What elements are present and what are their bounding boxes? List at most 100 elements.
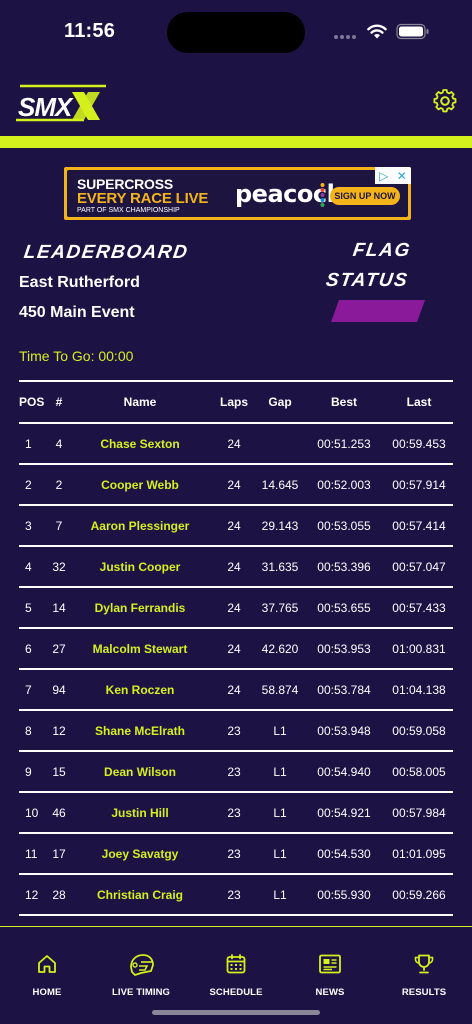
cell-pos: 4 [25, 559, 32, 574]
cell-best-lap: 00:54.940 [317, 764, 371, 779]
cell-laps: 24 [227, 559, 241, 574]
rider-link[interactable]: Ken Roczen [106, 683, 175, 697]
table-row[interactable]: 1 4 Chase Sexton 24 00:51.253 00:59.453 [19, 424, 453, 465]
ad-line-2: EVERY RACE LIVE [77, 190, 209, 207]
cell-laps: 23 [227, 723, 241, 738]
rider-link[interactable]: Joey Savatgy [102, 847, 179, 861]
cell-last-lap: 00:57.047 [392, 559, 446, 574]
rider-name: Justin Cooper [69, 547, 211, 586]
cell-gap: 37.765 [261, 600, 299, 615]
dynamic-island [167, 12, 305, 53]
tab-news[interactable]: NEWS [283, 927, 377, 1007]
cell-best-lap: 00:53.953 [317, 641, 371, 656]
rider-name: Christian Craig [69, 875, 211, 914]
table-row[interactable]: 11 17 Joey Savatgy 23 L1 00:54.530 01:01.095 [19, 834, 453, 875]
ad-info-icon[interactable]: ▷ [379, 170, 388, 182]
header-last: Last [406, 395, 432, 409]
status-title: STATUS [324, 270, 410, 291]
table-row[interactable]: 9 15 Dean Wilson 23 L1 00:54.940 00:58.005 [19, 752, 453, 793]
rider-link[interactable]: Dylan Ferrandis [95, 601, 186, 615]
table-row[interactable]: 7 94 Ken Roczen 24 58.874 00:53.784 01:04.138 [19, 670, 453, 711]
cell-laps: 23 [227, 887, 241, 902]
calendar-icon [226, 954, 246, 974]
rider-link[interactable]: Justin Cooper [100, 560, 181, 574]
ad-line-3: PART OF SMX CHAMPIONSHIP [77, 207, 180, 214]
rider-link[interactable]: Chase Sexton [100, 437, 179, 451]
cell-gap: L1 [273, 723, 287, 738]
rider-name: Chase Sexton [69, 424, 211, 463]
table-row[interactable]: 8 12 Shane McElrath 23 L1 00:53.948 00:59.058 [19, 711, 453, 752]
cell-best-lap: 00:53.784 [317, 682, 371, 697]
rider-link[interactable]: Christian Craig [97, 888, 183, 902]
cell-number: 32 [52, 559, 66, 574]
cell-number: 17 [52, 846, 66, 861]
rider-name: Malcolm Stewart [69, 629, 211, 668]
table-row[interactable]: 4 32 Justin Cooper 24 31.635 00:53.396 00:57.0… [19, 547, 453, 588]
accent-bar [0, 136, 472, 148]
tab-live-timing[interactable]: LIVE TIMING [94, 927, 188, 1007]
smx-logo[interactable]: SMX [14, 80, 108, 128]
ad-choices-icon[interactable]: ▷ ✕ [375, 167, 411, 184]
cell-last-lap: 00:57.433 [392, 600, 446, 615]
table-row[interactable]: 10 46 Justin Hill 23 L1 00:54.921 00:57.984 [19, 793, 453, 834]
cell-last-lap: 00:58.005 [392, 764, 446, 779]
cell-best-lap: 00:54.921 [317, 805, 371, 820]
tab-schedule-label: SCHEDULE [209, 987, 263, 998]
table-header-row: POS # Name Laps Gap Best Last [19, 382, 453, 424]
flag-status-indicator [331, 300, 425, 322]
rider-link[interactable]: Justin Hill [111, 806, 168, 820]
table-row[interactable]: 12 28 Christian Craig 23 L1 00:55.930 00:59.26… [19, 875, 453, 916]
home-indicator [152, 1010, 320, 1015]
status-bar: 11:56 [0, 0, 472, 62]
cell-number: 12 [52, 723, 66, 738]
table-row[interactable]: 3 7 Aaron Plessinger 24 29.143 00:53.055 00:57… [19, 506, 453, 547]
rider-name: Shane McElrath [69, 711, 211, 750]
table-row[interactable]: 5 14 Dylan Ferrandis 24 37.765 00:53.655 00:57… [19, 588, 453, 629]
cell-number: 46 [52, 805, 66, 820]
rider-name: Joey Savatgy [69, 834, 211, 873]
rider-link[interactable]: Cooper Webb [101, 478, 179, 492]
tab-schedule[interactable]: SCHEDULE [189, 927, 283, 1007]
cell-number: 28 [52, 887, 66, 902]
rider-link[interactable]: Aaron Plessinger [91, 519, 190, 533]
cell-laps: 24 [227, 436, 241, 451]
table-row[interactable]: 2 2 Cooper Webb 24 14.645 00:52.003 00:57.914 [19, 465, 453, 506]
tab-results[interactable]: RESULTS [377, 927, 471, 1007]
rider-link[interactable]: Dean Wilson [104, 765, 176, 779]
cell-pos: 2 [25, 477, 32, 492]
header-pos: POS [19, 395, 45, 409]
cell-gap: L1 [273, 887, 287, 902]
cell-laps: 24 [227, 477, 241, 492]
rider-name: Ken Roczen [69, 670, 211, 709]
time-to-go: Time To Go: 00:00 [19, 348, 134, 364]
cell-laps: 23 [227, 846, 241, 861]
cell-gap: 31.635 [261, 559, 299, 574]
cell-pos: 10 [25, 805, 39, 820]
race-event: 450 Main Event [19, 304, 135, 321]
header-number: # [55, 395, 63, 409]
cell-number: 15 [52, 764, 66, 779]
cell-last-lap: 01:01.095 [392, 846, 446, 861]
gear-icon[interactable] [432, 88, 458, 114]
table-row[interactable]: 6 27 Malcolm Stewart 24 42.620 00:53.953 01:00… [19, 629, 453, 670]
cell-gap: L1 [273, 846, 287, 861]
rider-name: Aaron Plessinger [69, 506, 211, 545]
ad-signup-button[interactable]: SIGN UP NOW [330, 187, 400, 205]
rider-link[interactable]: Shane McElrath [95, 724, 185, 738]
cell-last-lap: 00:59.058 [392, 723, 446, 738]
cell-number: 14 [52, 600, 66, 615]
cell-laps: 24 [227, 641, 241, 656]
ad-close-icon[interactable]: ✕ [397, 170, 407, 182]
cell-pos: 8 [25, 723, 32, 738]
peacock-ad-banner[interactable]: SUPERCROSS EVERY RACE LIVE PART OF SMX C… [64, 167, 411, 220]
header-laps: Laps [219, 395, 248, 409]
cell-gap: 42.620 [261, 641, 299, 656]
rider-link[interactable]: Malcolm Stewart [93, 642, 188, 656]
tab-home-label: HOME [32, 987, 62, 998]
cell-last-lap: 01:00.831 [392, 641, 446, 656]
rider-name: Cooper Webb [69, 465, 211, 504]
cell-last-lap: 00:59.453 [392, 436, 446, 451]
rider-name: Dean Wilson [69, 752, 211, 791]
tab-home[interactable]: HOME [0, 927, 94, 1007]
trophy-icon [414, 954, 434, 974]
